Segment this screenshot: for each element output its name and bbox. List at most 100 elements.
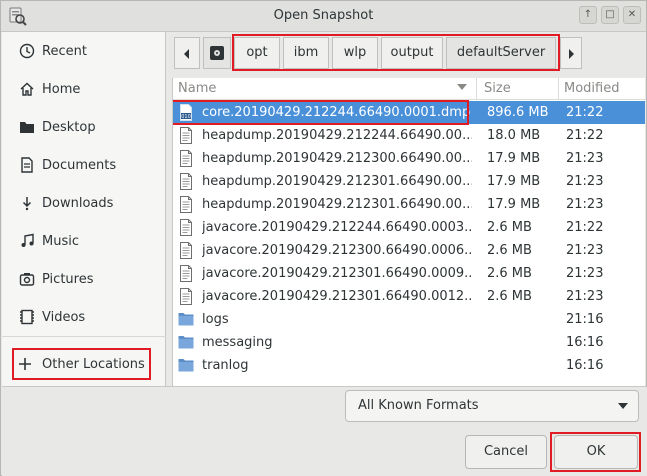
file-size: 17.9 MB bbox=[487, 174, 541, 189]
folder-row[interactable]: tranlog 16:16 bbox=[173, 354, 645, 377]
file-size: 18.0 MB bbox=[487, 128, 541, 143]
path-bar: opt ibm wlp output defaultServer bbox=[174, 34, 584, 71]
sort-arrow-icon bbox=[457, 84, 467, 90]
chevron-down-icon bbox=[618, 403, 628, 409]
sidebar-item-desktop[interactable]: Desktop bbox=[2, 112, 166, 142]
file-size: 2.6 MB bbox=[487, 289, 532, 304]
path-crumb-defaultserver[interactable]: defaultServer bbox=[446, 37, 556, 69]
video-icon bbox=[18, 308, 36, 326]
sidebar-item-label: Downloads bbox=[42, 195, 114, 211]
file-size: 17.9 MB bbox=[487, 197, 541, 212]
close-icon[interactable]: ✕ bbox=[623, 6, 641, 24]
sidebar-item-home[interactable]: Home bbox=[2, 74, 166, 104]
file-name: tranlog bbox=[202, 358, 249, 373]
file-name: heapdump.20190429.212244.66490.00... bbox=[202, 128, 472, 143]
sidebar-item-downloads[interactable]: Downloads bbox=[2, 188, 166, 218]
file-modified: 21:22 bbox=[566, 220, 604, 235]
file-size: 2.6 MB bbox=[487, 220, 532, 235]
column-separator bbox=[558, 78, 559, 100]
text-file-icon bbox=[178, 242, 194, 259]
sidebar-item-other-locations[interactable]: Other Locations bbox=[2, 349, 166, 379]
sidebar-divider bbox=[2, 336, 166, 337]
path-crumb-opt[interactable]: opt bbox=[234, 37, 280, 69]
column-separator bbox=[476, 78, 477, 100]
file-row[interactable]: heapdump.20190429.212300.66490.00... 17.9… bbox=[173, 147, 645, 170]
folder-row[interactable]: logs 21:16 bbox=[173, 308, 645, 331]
sidebar-item-label: Home bbox=[42, 81, 81, 97]
file-name: messaging bbox=[202, 335, 273, 350]
sidebar-item-recent[interactable]: Recent bbox=[2, 36, 166, 66]
path-root-button[interactable] bbox=[203, 37, 231, 69]
file-size: 2.6 MB bbox=[487, 243, 532, 258]
chevron-right-icon bbox=[569, 49, 574, 59]
file-modified: 21:23 bbox=[566, 266, 604, 281]
file-row[interactable]: javacore.20190429.212301.66490.0009.... 2… bbox=[173, 262, 645, 285]
file-filter-select[interactable]: All Known Formats bbox=[345, 390, 639, 422]
ok-button[interactable]: OK bbox=[554, 435, 638, 469]
plus-icon bbox=[16, 355, 34, 373]
cancel-button[interactable]: Cancel bbox=[465, 435, 547, 469]
path-scroll-right-button[interactable] bbox=[560, 37, 582, 69]
text-file-icon bbox=[178, 127, 194, 144]
column-name[interactable]: Name bbox=[178, 81, 216, 96]
file-modified: 21:23 bbox=[566, 243, 604, 258]
folder-icon bbox=[178, 357, 194, 374]
file-modified: 21:23 bbox=[566, 174, 604, 189]
binary-file-icon: 010 bbox=[178, 104, 194, 121]
sidebar-item-documents[interactable]: Documents bbox=[2, 150, 166, 180]
file-modified: 21:23 bbox=[566, 197, 604, 212]
column-modified[interactable]: Modified bbox=[564, 81, 619, 96]
file-name: logs bbox=[202, 312, 229, 327]
text-file-icon bbox=[178, 265, 194, 282]
column-size[interactable]: Size bbox=[484, 81, 511, 96]
text-file-icon bbox=[178, 219, 194, 236]
home-icon bbox=[18, 80, 36, 98]
file-name: javacore.20190429.212301.66490.0012.... bbox=[202, 289, 472, 304]
sidebar-item-label: Desktop bbox=[42, 119, 96, 135]
folder-row[interactable]: messaging 16:16 bbox=[173, 331, 645, 354]
file-name: heapdump.20190429.212300.66490.00... bbox=[202, 151, 472, 166]
clock-icon bbox=[18, 42, 36, 60]
sidebar-item-videos[interactable]: Videos bbox=[2, 302, 166, 332]
sidebar-item-label: Music bbox=[42, 233, 79, 249]
sidebar-item-music[interactable]: Music bbox=[2, 226, 166, 256]
text-file-icon bbox=[178, 288, 194, 305]
file-list: Name Size Modified 010 core.20190429.2122… bbox=[172, 78, 645, 386]
maximize-icon[interactable]: □ bbox=[601, 6, 619, 24]
file-row[interactable]: javacore.20190429.212301.66490.0012.... 2… bbox=[173, 285, 645, 308]
file-row[interactable]: heapdump.20190429.212301.66490.00... 17.9… bbox=[173, 170, 645, 193]
chevron-left-icon bbox=[184, 49, 189, 59]
file-size: 896.6 MB bbox=[487, 105, 549, 120]
file-name: javacore.20190429.212244.66490.0003.... bbox=[202, 220, 472, 235]
file-row[interactable]: heapdump.20190429.212301.66490.00... 17.9… bbox=[173, 193, 645, 216]
file-row[interactable]: heapdump.20190429.212244.66490.00... 18.0… bbox=[173, 124, 645, 147]
svg-text:010: 010 bbox=[181, 114, 191, 120]
sidebar-item-label: Recent bbox=[42, 43, 87, 59]
sidebar-item-label: Other Locations bbox=[42, 356, 145, 372]
file-name: javacore.20190429.212301.66490.0009.... bbox=[202, 266, 472, 281]
file-list-header: Name Size Modified bbox=[173, 78, 645, 100]
file-modified: 16:16 bbox=[566, 335, 604, 350]
file-row[interactable]: 010 core.20190429.212244.66490.0001.dmp 89… bbox=[173, 101, 645, 124]
filter-selected-value: All Known Formats bbox=[358, 398, 479, 413]
camera-icon bbox=[18, 270, 36, 288]
file-modified: 16:16 bbox=[566, 358, 604, 373]
music-icon bbox=[18, 232, 36, 250]
path-crumb-wlp[interactable]: wlp bbox=[332, 37, 378, 69]
file-size: 2.6 MB bbox=[487, 266, 532, 281]
file-size: 17.9 MB bbox=[487, 151, 541, 166]
text-file-icon bbox=[178, 173, 194, 190]
sidebar-item-pictures[interactable]: Pictures bbox=[2, 264, 166, 294]
file-modified: 21:23 bbox=[566, 151, 604, 166]
path-scroll-left-button[interactable] bbox=[174, 37, 200, 69]
sidebar-item-label: Pictures bbox=[42, 271, 94, 287]
disk-icon bbox=[210, 46, 224, 60]
file-row[interactable]: javacore.20190429.212244.66490.0003.... 2… bbox=[173, 216, 645, 239]
file-modified: 21:22 bbox=[566, 128, 604, 143]
up-arrow-icon[interactable]: ↑ bbox=[579, 6, 597, 24]
file-name: heapdump.20190429.212301.66490.00... bbox=[202, 197, 472, 212]
path-crumb-output[interactable]: output bbox=[381, 37, 443, 69]
folder-icon bbox=[18, 118, 36, 136]
path-crumb-ibm[interactable]: ibm bbox=[283, 37, 329, 69]
file-row[interactable]: javacore.20190429.212300.66490.0006.... 2… bbox=[173, 239, 645, 262]
